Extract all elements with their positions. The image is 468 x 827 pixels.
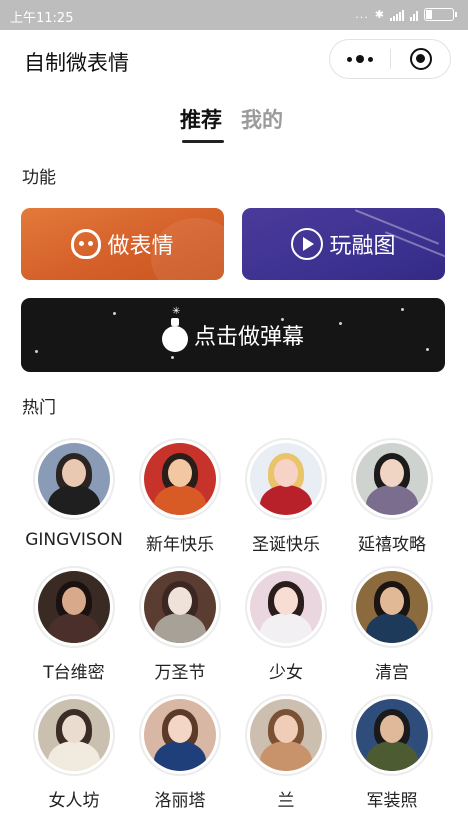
star-decoration (401, 308, 404, 311)
status-dots: ... (355, 8, 369, 21)
hot-item[interactable]: 延禧攻略 (338, 438, 446, 558)
hot-item-label: T台维密 (43, 663, 105, 683)
hot-item[interactable]: 洛丽塔 (126, 694, 234, 814)
capsule-divider (390, 49, 391, 69)
star-decoration (113, 312, 116, 315)
hot-item-label: GINGVISON (25, 530, 123, 550)
avatar (139, 694, 221, 776)
ghost-face-icon (71, 229, 102, 259)
avatar (33, 566, 115, 648)
hot-item-label: 女人坊 (48, 791, 100, 811)
more-dots-icon[interactable] (330, 40, 389, 78)
hot-item-label: 清宫 (375, 663, 409, 683)
danmu-label: 点击做弹幕 (193, 325, 304, 350)
avatar-photo (144, 443, 216, 515)
app-header: 自制微表情 (0, 30, 468, 92)
signal-icon (390, 9, 404, 21)
hot-item-label: 延禧攻略 (358, 535, 426, 555)
functions-section-title: 功能 (22, 168, 56, 188)
bomb-icon (161, 306, 188, 352)
target-close-icon[interactable] (410, 48, 432, 70)
make-expression-button[interactable]: 做表情 (21, 208, 224, 280)
star-decoration (171, 356, 174, 359)
bluetooth-icon: ✱ (374, 8, 384, 21)
avatar (139, 438, 221, 520)
tab-recommend[interactable]: 推荐 (180, 104, 222, 134)
star-decoration (339, 322, 342, 325)
hot-item-label: 新年快乐 (146, 535, 214, 555)
avatar (139, 566, 221, 648)
fuse-image-label: 玩融图 (329, 234, 396, 259)
status-time: 上午11:25 (10, 11, 74, 26)
avatar-photo (356, 571, 428, 643)
hot-item-label: 兰 (277, 791, 295, 811)
avatar-photo (250, 699, 322, 771)
hot-item[interactable]: 少女 (232, 566, 340, 686)
status-bar: 上午11:25 ... ✱ (0, 0, 468, 30)
active-tab-indicator (182, 140, 224, 143)
page-title: 自制微表情 (24, 51, 129, 75)
hot-item-label: 军装照 (366, 791, 418, 811)
battery-icon (424, 8, 457, 21)
hot-section-title: 热门 (22, 398, 56, 418)
avatar (351, 438, 433, 520)
tab-mine[interactable]: 我的 (241, 104, 283, 134)
star-decoration (35, 350, 38, 353)
hot-item[interactable]: GINGVISON (20, 438, 128, 558)
avatar-photo (356, 443, 428, 515)
avatar (33, 694, 115, 776)
make-expression-label: 做表情 (107, 234, 174, 259)
fuse-image-button[interactable]: 玩融图 (242, 208, 445, 280)
avatar-photo (250, 571, 322, 643)
hot-item[interactable]: 圣诞快乐 (232, 438, 340, 558)
mini-program-capsule (329, 39, 451, 79)
hot-item-label: 万圣节 (154, 663, 206, 683)
avatar-photo (250, 443, 322, 515)
hot-item[interactable]: 新年快乐 (126, 438, 234, 558)
avatar-photo (38, 443, 110, 515)
hot-item[interactable]: T台维密 (20, 566, 128, 686)
avatar-photo (144, 699, 216, 771)
avatar (245, 566, 327, 648)
avatar (33, 438, 115, 520)
hot-item[interactable]: 女人坊 (20, 694, 128, 814)
danmu-button[interactable]: 点击做弹幕 (21, 298, 445, 372)
avatar-photo (144, 571, 216, 643)
avatar-photo (38, 571, 110, 643)
avatar (351, 694, 433, 776)
hot-item[interactable]: 兰 (232, 694, 340, 814)
hot-item-label: 洛丽塔 (154, 791, 206, 811)
hot-item[interactable]: 军装照 (338, 694, 446, 814)
play-circle-icon (291, 228, 324, 260)
avatar (351, 566, 433, 648)
hot-item[interactable]: 清宫 (338, 566, 446, 686)
hot-item-label: 圣诞快乐 (252, 535, 320, 555)
status-icons: ... ✱ (355, 8, 457, 21)
star-decoration (426, 348, 429, 351)
avatar-photo (38, 699, 110, 771)
wifi-icon (410, 9, 418, 21)
tab-bar: 推荐 我的 (0, 104, 468, 144)
avatar-photo (356, 699, 428, 771)
avatar (245, 694, 327, 776)
hot-item-label: 少女 (269, 663, 303, 683)
avatar (245, 438, 327, 520)
hot-item[interactable]: 万圣节 (126, 566, 234, 686)
